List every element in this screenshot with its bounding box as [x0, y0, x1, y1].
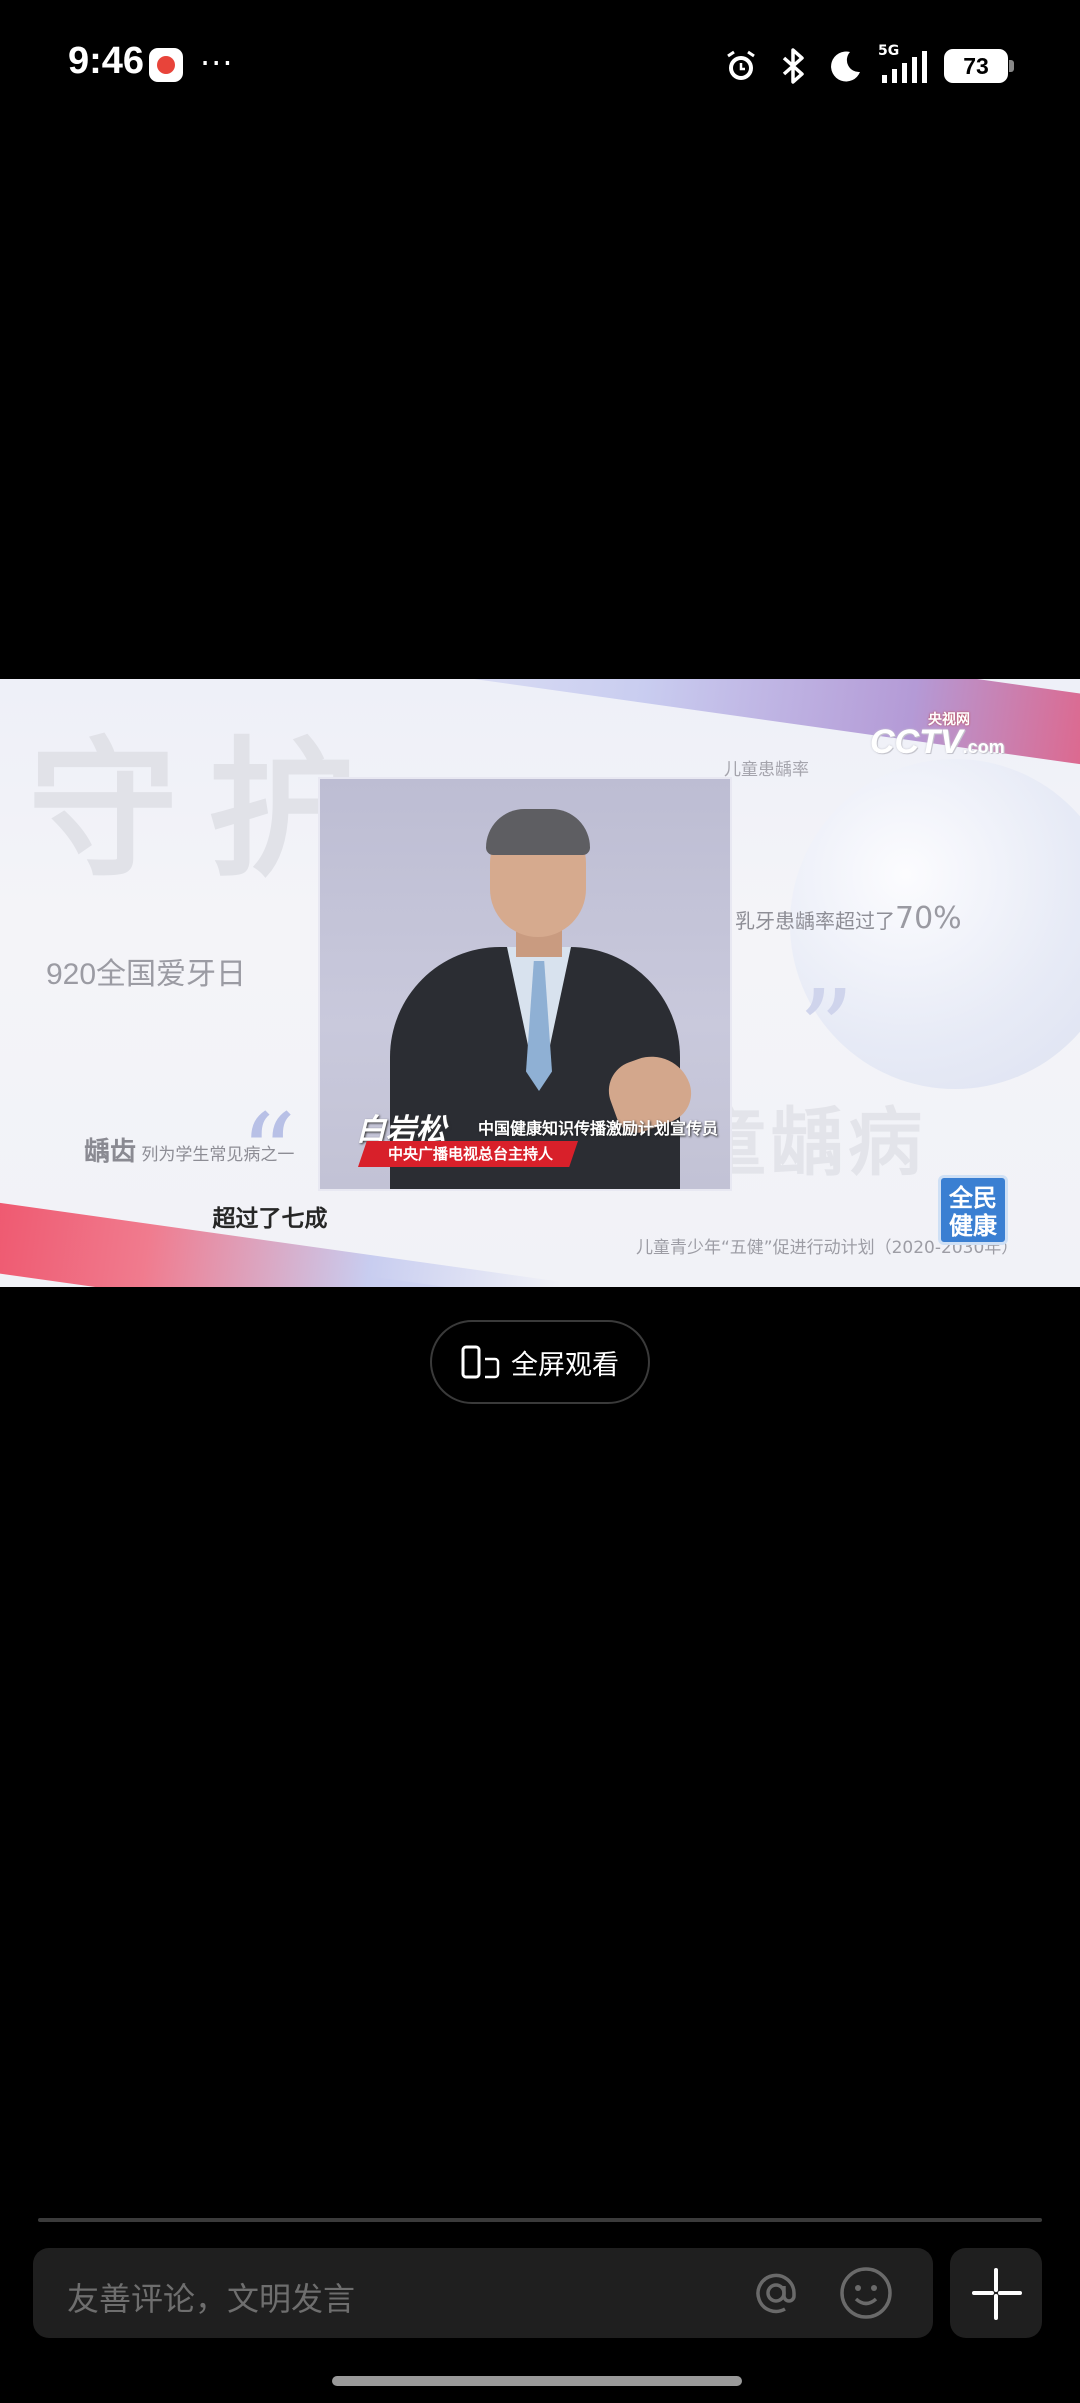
subtitle-text: 超过了七成	[212, 1206, 328, 1232]
comment-placeholder: 友善评论，文明发言	[67, 2280, 356, 2318]
cctv-site: .com	[962, 737, 1005, 757]
video-subtitle: 超过了七成	[0, 1199, 1080, 1233]
signal-5g-icon: 5G	[878, 43, 930, 85]
smile-icon[interactable]	[837, 2264, 895, 2322]
annotation-milk-text: 乳牙患龋率超过了	[735, 909, 895, 933]
presenter-hair	[486, 809, 590, 855]
annotation-milk-number: 70%	[895, 901, 962, 936]
presenter-org: 中央广播电视总台主持人	[358, 1141, 578, 1167]
fullscreen-button[interactable]: 全屏观看	[430, 1320, 650, 1404]
bluetooth-icon	[774, 47, 812, 85]
fullscreen-label: 全屏观看	[511, 1349, 619, 1381]
do-not-disturb-moon-icon	[826, 47, 864, 85]
slogan-text: 920全国爱牙日	[46, 958, 247, 991]
sparkle-icon	[972, 2268, 1022, 2320]
presenter-role: 中国健康知识传播激励计划宣传员	[478, 1119, 719, 1138]
cctv-cn: 央视网	[928, 711, 970, 727]
quote-mark-open: “	[240, 1090, 297, 1218]
annotation-cavities-bold: 龋齿	[84, 1137, 137, 1167]
network-type-label: 5G	[878, 43, 900, 59]
more-notifications-icon: ···	[200, 44, 234, 82]
quote-mark-close: ”	[798, 966, 855, 1094]
annotation-rate: 儿童患龋率	[724, 760, 809, 780]
cctv-logo: CCTV.com 央视网	[870, 711, 1005, 762]
annotation-milk-teeth: 乳牙患龋率超过了70%	[735, 901, 962, 936]
alarm-icon	[722, 47, 760, 85]
phone-rotate-icon	[461, 1345, 501, 1379]
sparkle-button[interactable]	[950, 2248, 1042, 2338]
presenter-frame: 白岩松 中国健康知识传播激励计划宣传员 中央广播电视总台主持人	[318, 777, 732, 1191]
video-player[interactable]: 守护 童龋病 920全国爱牙日 儿童患龋率 乳牙患龋率超过了70% 龋齿 列为学…	[0, 679, 1080, 1287]
video-progress-bar[interactable]	[38, 2218, 1042, 2222]
comment-input[interactable]: 友善评论，文明发言	[33, 2248, 933, 2338]
battery-icon: 73	[944, 49, 1014, 83]
at-icon[interactable]	[747, 2264, 805, 2322]
home-indicator[interactable]	[332, 2376, 742, 2386]
status-icons: 5G 73	[722, 43, 1014, 88]
app-notification-icon	[149, 48, 183, 82]
status-bar: 9:46 ··· 5G 73	[0, 0, 1080, 130]
status-time: 9:46	[68, 40, 145, 82]
